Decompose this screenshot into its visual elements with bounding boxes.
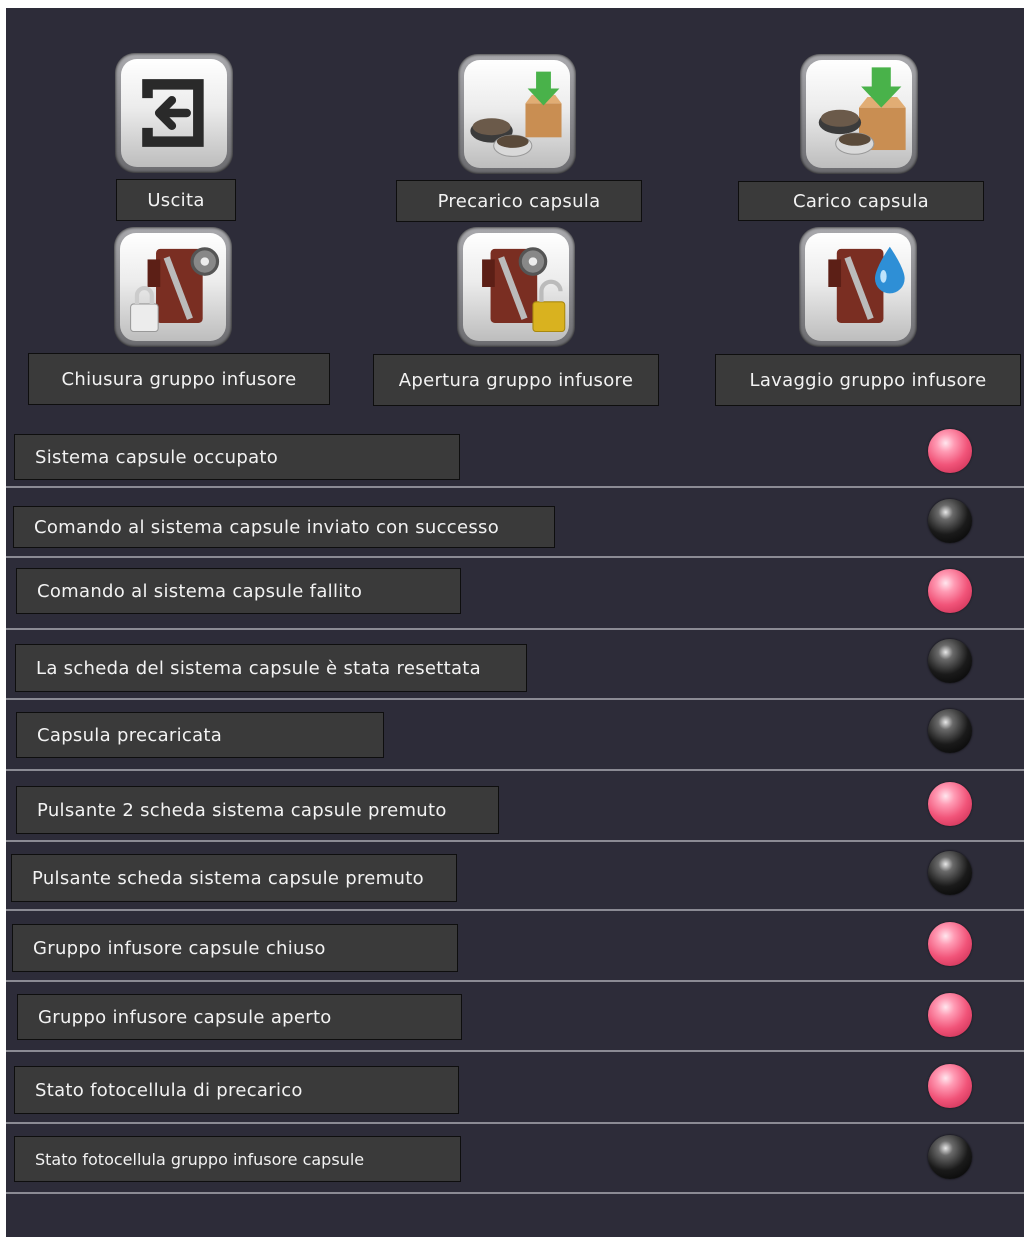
status-label-brew-group-closed: Gruppo infusore capsule chiuso bbox=[12, 924, 458, 972]
load-capsule-button[interactable] bbox=[800, 54, 918, 174]
status-label-command-failed: Comando al sistema capsule fallito bbox=[16, 568, 461, 614]
status-led-button2-pressed bbox=[928, 782, 972, 826]
status-led-capsule-preloaded bbox=[928, 709, 972, 753]
preload-capsule-label: Precarico capsula bbox=[396, 180, 642, 222]
brew-group-close-icon bbox=[130, 247, 220, 333]
status-label-button2-pressed: Pulsante 2 scheda sistema capsule premut… bbox=[16, 786, 499, 834]
capsule-preload-icon bbox=[470, 71, 562, 157]
divider bbox=[6, 486, 1024, 488]
status-label-brew-group-photocell: Stato fotocellula gruppo infusore capsul… bbox=[14, 1136, 461, 1182]
status-led-board-reset bbox=[928, 639, 972, 683]
divider bbox=[6, 840, 1024, 842]
divider bbox=[6, 909, 1024, 911]
close-brew-group-label: Chiusura gruppo infusore bbox=[28, 353, 330, 405]
wash-brew-group-label: Lavaggio gruppo infusore bbox=[715, 354, 1021, 406]
status-label-brew-group-open: Gruppo infusore capsule aperto bbox=[17, 994, 462, 1040]
divider bbox=[6, 1122, 1024, 1124]
close-brew-group-button[interactable] bbox=[114, 227, 232, 347]
status-led-preload-photocell bbox=[928, 1064, 972, 1108]
status-led-button-pressed bbox=[928, 851, 972, 895]
status-led-capsule-system-busy bbox=[928, 429, 972, 473]
divider bbox=[6, 1050, 1024, 1052]
preload-capsule-button[interactable] bbox=[458, 54, 576, 174]
status-label-command-sent: Comando al sistema capsule inviato con s… bbox=[13, 506, 555, 548]
load-capsule-label: Carico capsula bbox=[738, 181, 984, 221]
status-led-command-sent bbox=[928, 499, 972, 543]
brew-group-open-icon bbox=[482, 247, 566, 333]
open-brew-group-label: Apertura gruppo infusore bbox=[373, 354, 659, 406]
exit-button[interactable] bbox=[115, 53, 233, 173]
status-label-capsule-preloaded: Capsula precaricata bbox=[16, 712, 384, 758]
status-led-brew-group-open bbox=[928, 993, 972, 1037]
status-label-preload-photocell: Stato fotocellula di precarico bbox=[14, 1066, 459, 1114]
capsule-load-icon bbox=[818, 67, 906, 155]
divider bbox=[6, 980, 1024, 982]
exit-label: Uscita bbox=[116, 179, 236, 221]
exit-icon bbox=[142, 79, 204, 147]
divider bbox=[6, 769, 1024, 771]
status-led-brew-group-closed bbox=[928, 922, 972, 966]
status-led-brew-group-photocell bbox=[928, 1135, 972, 1179]
divider bbox=[6, 556, 1024, 558]
wash-brew-group-button[interactable] bbox=[799, 227, 917, 347]
status-label-capsule-system-busy: Sistema capsule occupato bbox=[14, 434, 460, 480]
status-label-button-pressed: Pulsante scheda sistema capsule premuto bbox=[11, 854, 457, 902]
status-led-command-failed bbox=[928, 569, 972, 613]
divider bbox=[6, 628, 1024, 630]
divider bbox=[6, 1192, 1024, 1194]
capsule-system-panel: Uscita Precarico capsula Carico capsula … bbox=[6, 8, 1024, 1237]
open-brew-group-button[interactable] bbox=[457, 227, 575, 347]
status-label-board-reset: La scheda del sistema capsule è stata re… bbox=[15, 644, 527, 692]
divider bbox=[6, 698, 1024, 700]
brew-group-wash-icon bbox=[828, 246, 905, 324]
